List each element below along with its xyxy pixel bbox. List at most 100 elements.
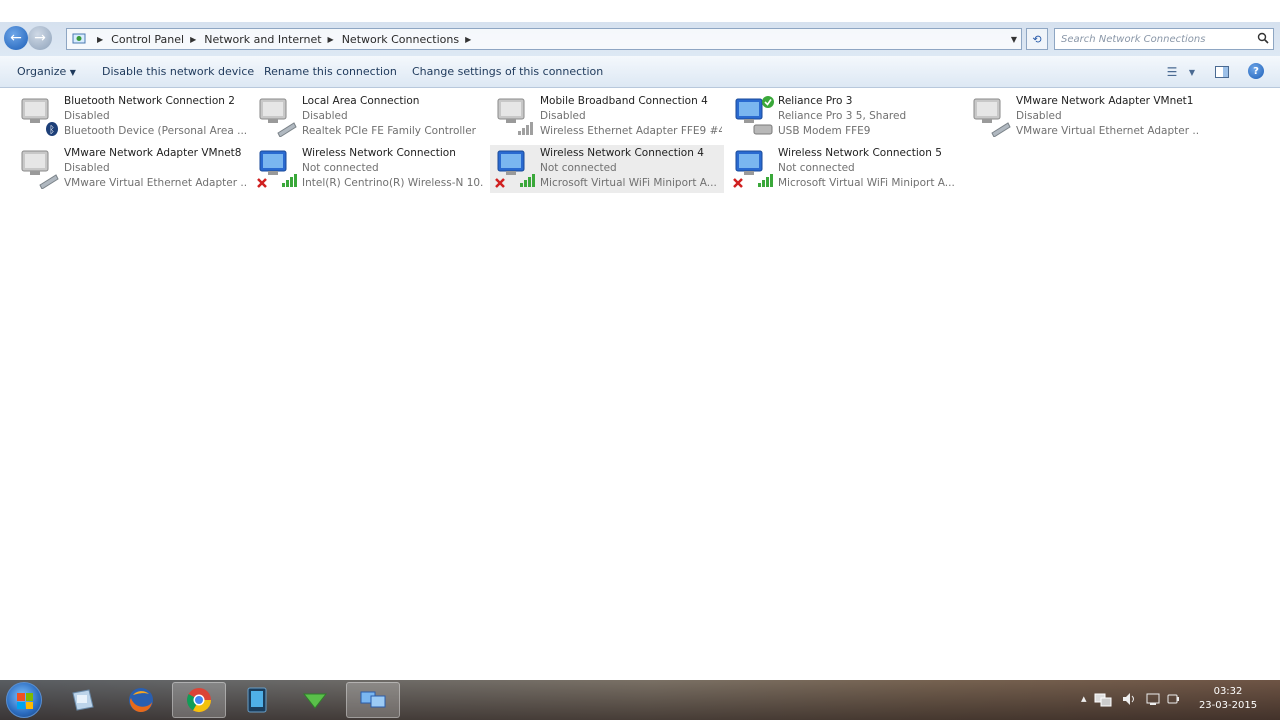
chrome-icon: [186, 688, 211, 713]
windows-logo-icon: [17, 693, 33, 709]
network-adapter-icon: [494, 95, 536, 137]
network-adapter-icon: [256, 95, 298, 138]
taskbar: ▴ 03:32 23-03-2015: [0, 680, 1280, 720]
breadcrumb-network-and-internet[interactable]: Network and Internet: [204, 33, 321, 46]
taskbar-chrome-button[interactable]: [172, 682, 226, 718]
breadcrumb-control-panel[interactable]: Control Panel: [111, 33, 184, 46]
title-bar: — ☐ ✕: [0, 0, 1280, 22]
connection-device: Realtek PCIe FE Family Controller: [302, 125, 476, 137]
system-clock[interactable]: 03:32 23-03-2015: [1196, 685, 1260, 713]
breadcrumb-arrow-icon[interactable]: ▶: [465, 35, 471, 44]
connection-bluetooth-2[interactable]: ᛒ Bluetooth Network Connection 2 Disable…: [14, 93, 248, 141]
action-center-icon[interactable]: [1146, 692, 1160, 709]
organize-label: Organize: [17, 65, 67, 78]
connection-vmnet8[interactable]: VMware Network Adapter VMnet8 Disabled V…: [14, 145, 248, 193]
connection-device: VMware Virtual Ethernet Adapter ...: [64, 177, 246, 189]
network-adapter-icon: [732, 95, 774, 137]
back-button[interactable]: ←: [4, 26, 28, 50]
connection-status: Disabled: [1016, 110, 1062, 122]
network-adapter-icon: ᛒ: [18, 95, 60, 137]
connection-device: VMware Virtual Ethernet Adapter ...: [1016, 125, 1198, 137]
window-controls: — ☐ ✕: [1194, 2, 1272, 18]
connection-name: VMware Network Adapter VMnet8: [64, 147, 242, 159]
close-button[interactable]: ✕: [1250, 2, 1272, 18]
connection-device: Wireless Ethernet Adapter FFE9 #4: [540, 125, 722, 137]
connection-status: Not connected: [540, 162, 617, 174]
wireless-adapter-icon: [732, 147, 774, 189]
tablet-app-icon: [247, 687, 267, 713]
wireless-adapter-icon: [494, 147, 536, 189]
connection-name: Mobile Broadband Connection 4: [540, 95, 708, 107]
maximize-button[interactable]: ☐: [1222, 2, 1244, 18]
connection-device: Bluetooth Device (Personal Area ...: [64, 125, 246, 137]
forward-button[interactable]: →: [28, 26, 52, 50]
connection-device: Microsoft Virtual WiFi Miniport A...: [540, 177, 717, 189]
connection-status: Disabled: [302, 110, 348, 122]
connection-name: Wireless Network Connection 4: [540, 147, 704, 159]
search-input[interactable]: [1055, 29, 1245, 49]
connection-name: Bluetooth Network Connection 2: [64, 95, 235, 107]
connection-local-area[interactable]: Local Area Connection Disabled Realtek P…: [252, 93, 486, 141]
connection-status: Disabled: [64, 110, 110, 122]
search-icon[interactable]: [1257, 32, 1269, 47]
svg-text:ᛒ: ᛒ: [49, 125, 55, 136]
connection-name: Local Area Connection: [302, 95, 420, 107]
minimize-button[interactable]: —: [1194, 2, 1216, 18]
command-bar: Organize ▼ Disable this network device R…: [0, 56, 1280, 88]
connection-device: Intel(R) Centrino(R) Wireless-N 10...: [302, 177, 484, 189]
connection-device: Microsoft Virtual WiFi Miniport A...: [778, 177, 955, 189]
taskbar-network-window-button[interactable]: [346, 682, 400, 718]
view-options-icon[interactable]: ☰: [1162, 62, 1182, 82]
download-arrow-icon: [302, 693, 328, 709]
clock-date: 23-03-2015: [1198, 700, 1258, 711]
rename-connection-button[interactable]: Rename this connection: [264, 65, 397, 78]
connection-status: Disabled: [64, 162, 110, 174]
connection-status: Not connected: [778, 162, 855, 174]
clock-time: 03:32: [1213, 686, 1243, 697]
connection-wireless[interactable]: Wireless Network Connection Not connecte…: [252, 145, 486, 193]
connection-wireless-5[interactable]: Wireless Network Connection 5 Not connec…: [728, 145, 962, 193]
taskbar-firefox-button[interactable]: [114, 682, 168, 718]
address-box[interactable]: ▶ Control Panel ▶ Network and Internet ▶…: [66, 28, 1022, 50]
view-dropdown-icon[interactable]: ▼: [1182, 62, 1202, 82]
connection-reliance-pro-3[interactable]: Reliance Pro 3 Reliance Pro 3 5, Shared …: [728, 93, 962, 141]
connection-status: Not connected: [302, 162, 379, 174]
power-icon[interactable]: [1166, 692, 1180, 709]
show-hidden-icons-button[interactable]: ▴: [1081, 692, 1087, 705]
connection-name: VMware Network Adapter VMnet1: [1016, 95, 1194, 107]
connection-mobile-broadband-4[interactable]: Mobile Broadband Connection 4 Disabled W…: [490, 93, 724, 141]
organize-button[interactable]: Organize ▼: [17, 65, 76, 78]
network-tray-icon[interactable]: [1094, 692, 1112, 711]
taskbar-explorer-button[interactable]: [56, 682, 110, 718]
network-adapter-icon: [970, 95, 1012, 138]
network-connections-icon: [360, 691, 386, 708]
breadcrumb-arrow-icon[interactable]: ▶: [328, 35, 334, 44]
breadcrumb-network-connections[interactable]: Network Connections: [342, 33, 459, 46]
taskbar-download-app-button[interactable]: [288, 682, 342, 718]
volume-icon[interactable]: [1122, 692, 1136, 709]
breadcrumb-arrow-icon[interactable]: ▶: [97, 35, 103, 44]
connection-wireless-4[interactable]: Wireless Network Connection 4 Not connec…: [490, 145, 724, 193]
wireless-adapter-icon: [256, 147, 298, 189]
preview-pane-icon[interactable]: [1212, 62, 1232, 82]
breadcrumb-arrow-icon[interactable]: ▶: [190, 35, 196, 44]
start-button[interactable]: [6, 682, 42, 718]
network-adapter-icon: [18, 147, 60, 190]
search-box: [1054, 28, 1274, 50]
connection-name: Reliance Pro 3: [778, 95, 853, 107]
connection-status: Disabled: [540, 110, 586, 122]
disable-device-button[interactable]: Disable this network device: [102, 65, 254, 78]
file-explorer-icon: [72, 689, 94, 711]
connection-device: USB Modem FFE9: [778, 125, 871, 137]
firefox-icon: [129, 688, 153, 713]
connection-name: Wireless Network Connection 5: [778, 147, 942, 159]
connection-name: Wireless Network Connection: [302, 147, 456, 159]
refresh-button[interactable]: ⟲: [1026, 28, 1048, 50]
address-dropdown-icon[interactable]: ▼: [1011, 35, 1017, 44]
taskbar-app-button[interactable]: [230, 682, 284, 718]
help-icon[interactable]: ?: [1248, 63, 1264, 79]
change-settings-button[interactable]: Change settings of this connection: [412, 65, 603, 78]
control-panel-icon: [71, 31, 87, 47]
connection-vmnet1[interactable]: VMware Network Adapter VMnet1 Disabled V…: [966, 93, 1200, 141]
address-bar: ← → ▶ Control Panel ▶ Network and Intern…: [0, 22, 1280, 56]
